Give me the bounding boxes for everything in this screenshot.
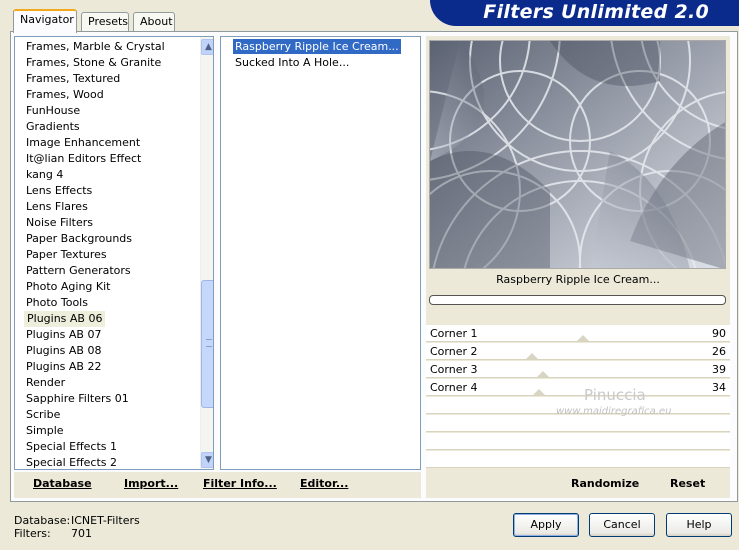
list-item[interactable]: Plugins AB 08	[26, 343, 101, 359]
slider-thumb[interactable]	[576, 335, 589, 341]
preview-filter-name: Raspberry Ripple Ice Cream...	[496, 273, 660, 286]
parameter-value: 26	[712, 345, 726, 358]
tab-presets[interactable]: Presets	[81, 12, 129, 32]
list-item[interactable]: Paper Textures	[26, 247, 107, 263]
list-item[interactable]: Photo Tools	[26, 295, 88, 311]
parameter-row-empty	[426, 415, 730, 432]
slider-thumb[interactable]	[526, 353, 539, 359]
parameter-row-empty	[426, 451, 730, 468]
parameter-row[interactable]: Corner 2 26	[426, 343, 730, 360]
list-item[interactable]: FunHouse	[26, 103, 80, 119]
parameter-label: Corner 2	[430, 345, 478, 358]
list-item[interactable]: Pattern Generators	[26, 263, 131, 279]
parameter-label: Corner 3	[430, 363, 478, 376]
editor-button[interactable]: Editor...	[300, 477, 348, 490]
list-item[interactable]: Paper Backgrounds	[26, 231, 132, 247]
list-item[interactable]: Gradients	[26, 119, 80, 135]
apply-button[interactable]: Apply	[513, 513, 579, 537]
watermark-site: www.maidiregrafica.eu	[556, 406, 672, 417]
list-item[interactable]: It@lian Editors Effect	[26, 151, 141, 167]
preview-panel: Raspberry Ripple Ice Cream... Corner 1 90…	[426, 36, 730, 498]
database-info: Database: ICNET-Filters	[14, 514, 140, 527]
list-item[interactable]: Plugins AB 22	[26, 359, 101, 375]
filters-label: Filters:	[14, 527, 51, 540]
cancel-button[interactable]: Cancel	[589, 513, 655, 537]
preview-image	[429, 40, 726, 269]
reset-button[interactable]: Reset	[670, 477, 705, 490]
list-item[interactable]: Frames, Stone & Granite	[26, 55, 161, 71]
list-item[interactable]: Special Effects 1	[26, 439, 117, 455]
help-button[interactable]: Help	[666, 513, 732, 537]
parameter-value: 34	[712, 381, 726, 394]
filter-list[interactable]: Raspberry Ripple Ice Cream... Sucked Int…	[220, 36, 421, 470]
tab-navigator[interactable]: Navigator	[13, 9, 77, 33]
list-item[interactable]: Plugins AB 07	[26, 327, 101, 343]
list-item[interactable]: Raspberry Ripple Ice Cream...	[232, 38, 402, 55]
parameter-row[interactable]: Corner 3 39	[426, 361, 730, 378]
parameter-row[interactable]: Corner 1 90	[426, 325, 730, 342]
title-banner: Filters Unlimited 2.0	[430, 0, 739, 26]
filters-count: 701	[71, 527, 92, 540]
watermark-name: Pinuccia	[584, 386, 646, 404]
list-item[interactable]: Sucked Into A Hole...	[233, 55, 351, 70]
scroll-up-icon[interactable]: ▲	[201, 39, 213, 55]
database-button[interactable]: Database	[33, 477, 92, 490]
scroll-down-icon[interactable]: ▼	[201, 452, 213, 468]
progress-bar	[429, 295, 726, 305]
parameter-row-empty	[426, 433, 730, 450]
scroll-thumb[interactable]	[201, 280, 213, 408]
database-value: ICNET-Filters	[71, 514, 140, 527]
list-item[interactable]: Image Enhancement	[26, 135, 140, 151]
filters-info: Filters: 701	[14, 527, 92, 540]
list-item[interactable]: kang 4	[26, 167, 63, 183]
tab-about[interactable]: About	[133, 12, 175, 32]
list-item[interactable]: Render	[26, 375, 65, 391]
list-item[interactable]: Noise Filters	[26, 215, 93, 231]
parameter-value: 39	[712, 363, 726, 376]
list-item[interactable]: Frames, Wood	[26, 87, 104, 103]
parameter-label: Corner 4	[430, 381, 478, 394]
parameter-label: Corner 1	[430, 327, 478, 340]
list-item[interactable]: Scribe	[26, 407, 60, 423]
bottom-toolbar: Database Import... Filter Info... Editor…	[14, 472, 421, 498]
list-item[interactable]: Simple	[26, 423, 64, 439]
list-item[interactable]: Sapphire Filters 01	[26, 391, 129, 407]
database-label: Database:	[14, 514, 71, 527]
parameter-row[interactable]: Corner 4 34	[426, 379, 730, 396]
slider-thumb[interactable]	[532, 389, 545, 395]
list-item[interactable]: Special Effects 2	[26, 455, 117, 469]
list-item[interactable]: Frames, Marble & Crystal	[26, 39, 165, 55]
import-button[interactable]: Import...	[124, 477, 178, 490]
category-list[interactable]: Frames, Marble & Crystal Frames, Stone & …	[14, 36, 214, 470]
app-title: Filters Unlimited 2.0	[483, 1, 709, 23]
list-item[interactable]: Lens Effects	[26, 183, 92, 199]
parameter-value: 90	[712, 327, 726, 340]
list-item[interactable]: Photo Aging Kit	[26, 279, 110, 295]
randomize-button[interactable]: Randomize	[571, 477, 639, 490]
list-item[interactable]: Frames, Textured	[26, 71, 120, 87]
list-item[interactable]: Lens Flares	[26, 199, 88, 215]
slider-thumb[interactable]	[536, 371, 549, 377]
category-scrollbar[interactable]: ▲ ▼	[200, 37, 213, 469]
filter-info-button[interactable]: Filter Info...	[203, 477, 277, 490]
list-item[interactable]: Plugins AB 06	[24, 311, 106, 327]
